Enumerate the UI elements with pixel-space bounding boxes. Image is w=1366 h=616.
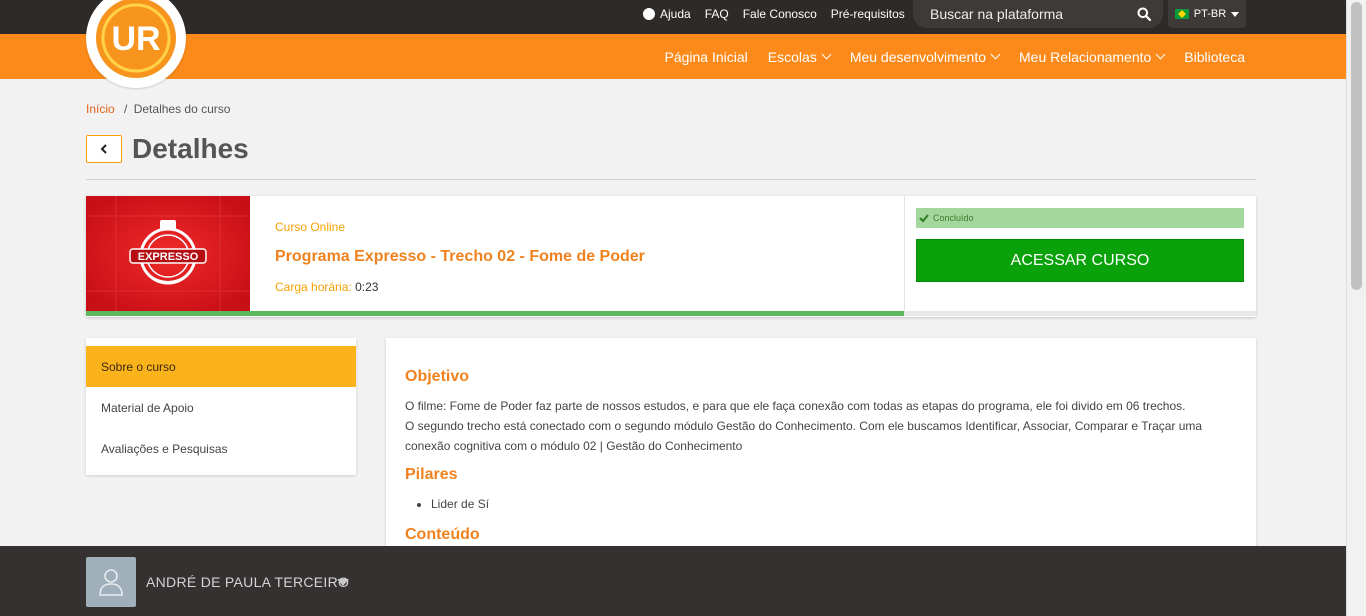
logo-text: UR [111,20,160,58]
course-progress-bar [86,311,904,316]
breadcrumb-home-link[interactable]: Início [86,102,115,116]
course-actions: Concluído ACESSAR CURSO [904,196,1256,311]
course-workload: Carga horária: 0:23 [275,280,378,294]
workload-label: Carga horária: [275,280,352,294]
prerequisites-link[interactable]: Pré-requisitos [831,7,905,21]
workload-value: 0:23 [355,280,379,294]
user-icon [99,569,123,596]
nav-my-development-label: Meu desenvolvimento [849,48,986,65]
back-button[interactable] [86,135,122,163]
language-label: PT-BR [1193,8,1227,20]
sidebar-item-support-material[interactable]: Material de Apoio [86,387,356,428]
thumbnail-text: EXPRESSO [138,251,199,263]
objective-paragraph-1: O filme: Fome de Poder faz parte de noss… [405,399,1186,413]
course-card: EXPRESSO Curso Online Programa Expresso … [86,196,1256,317]
main-nav-bar: Página Inicial Escolas Meu desenvolvimen… [0,34,1346,79]
course-title: Programa Expresso - Trecho 02 - Fome de … [275,248,645,265]
nav-home-label: Página Inicial [664,48,748,65]
page-scrollbar[interactable] [1346,0,1366,616]
language-selector[interactable]: PT-BR [1168,0,1246,28]
objective-text: O filme: Fome de Poder faz parte de noss… [405,396,1237,456]
scrollbar-thumb[interactable] [1351,2,1362,290]
search-input[interactable] [930,6,1130,22]
help-label: Ajuda [660,7,691,21]
help-link[interactable]: i Ajuda [643,7,691,21]
sidebar-item-label: Sobre o curso [101,359,176,374]
brand-logo[interactable]: UR [86,0,186,88]
top-bar: i Ajuda FAQ Fale Conosco Pré-requisitos … [0,0,1346,34]
avatar[interactable] [86,557,136,607]
content-heading: Conteúdo [405,526,480,543]
nav-my-relationship[interactable]: Meu Relacionamento [1019,48,1166,65]
sidebar-item-label: Material de Apoio [101,400,194,415]
expresso-emblem-image: EXPRESSO [86,196,250,311]
info-icon: i [643,8,655,20]
access-course-button[interactable]: ACESSAR CURSO [916,239,1244,282]
list-item: Lider de Sí [431,494,1237,514]
faq-link[interactable]: FAQ [705,7,729,21]
nav-library[interactable]: Biblioteca [1184,49,1245,65]
sidebar-item-about[interactable]: Sobre o curso [86,346,356,387]
user-name[interactable]: ANDRÉ DE PAULA TERCEIRO [146,574,349,590]
course-progress-track [904,311,1256,316]
search-icon[interactable] [1137,7,1151,21]
pillars-list: Lider de Sí [431,494,1237,514]
sidebar-item-evaluations[interactable]: Avaliações e Pesquisas [86,428,356,469]
chevron-left-icon [100,144,107,154]
user-bar: ANDRÉ DE PAULA TERCEIRO [0,546,1346,616]
search-box [913,0,1163,28]
check-icon [919,214,929,223]
chevron-down-icon [990,49,1001,60]
brazil-flag-icon [1174,9,1189,19]
course-sidebar-menu: Sobre o curso Material de Apoio Avaliaçõ… [86,338,356,475]
status-badge: Concluído [916,208,1244,228]
objective-paragraph-2: O segundo trecho está conectado com o se… [405,419,1203,453]
objective-heading: Objetivo [405,368,470,385]
breadcrumb: Início / Detalhes do curso [86,102,230,116]
caret-down-icon [1231,11,1240,17]
top-links: i Ajuda FAQ Fale Conosco Pré-requisitos [643,0,905,28]
course-type: Curso Online [275,220,346,234]
header-divider [86,179,1256,180]
chevron-down-icon [1155,49,1166,60]
nav-library-label: Biblioteca [1184,48,1245,65]
sidebar-item-label: Avaliações e Pesquisas [101,441,228,456]
breadcrumb-separator: / [124,102,128,116]
page-header: Detalhes [86,133,249,165]
nav-schools[interactable]: Escolas [767,48,832,65]
course-thumbnail: EXPRESSO [86,196,250,311]
ur-logo-icon: UR [96,0,176,78]
nav-my-development[interactable]: Meu desenvolvimento [849,48,1001,65]
nav-my-relationship-label: Meu Relacionamento [1019,48,1152,65]
chevron-down-icon [821,49,832,60]
contact-link[interactable]: Fale Conosco [743,7,817,21]
pillars-heading: Pilares [405,466,458,483]
caret-down-icon[interactable] [337,579,349,586]
status-label: Concluído [933,213,974,223]
main-nav: Página Inicial Escolas Meu desenvolvimen… [665,34,1246,79]
nav-schools-label: Escolas [767,48,817,65]
nav-home[interactable]: Página Inicial [665,49,748,65]
breadcrumb-current: Detalhes do curso [133,102,231,116]
page-title: Detalhes [132,133,249,164]
